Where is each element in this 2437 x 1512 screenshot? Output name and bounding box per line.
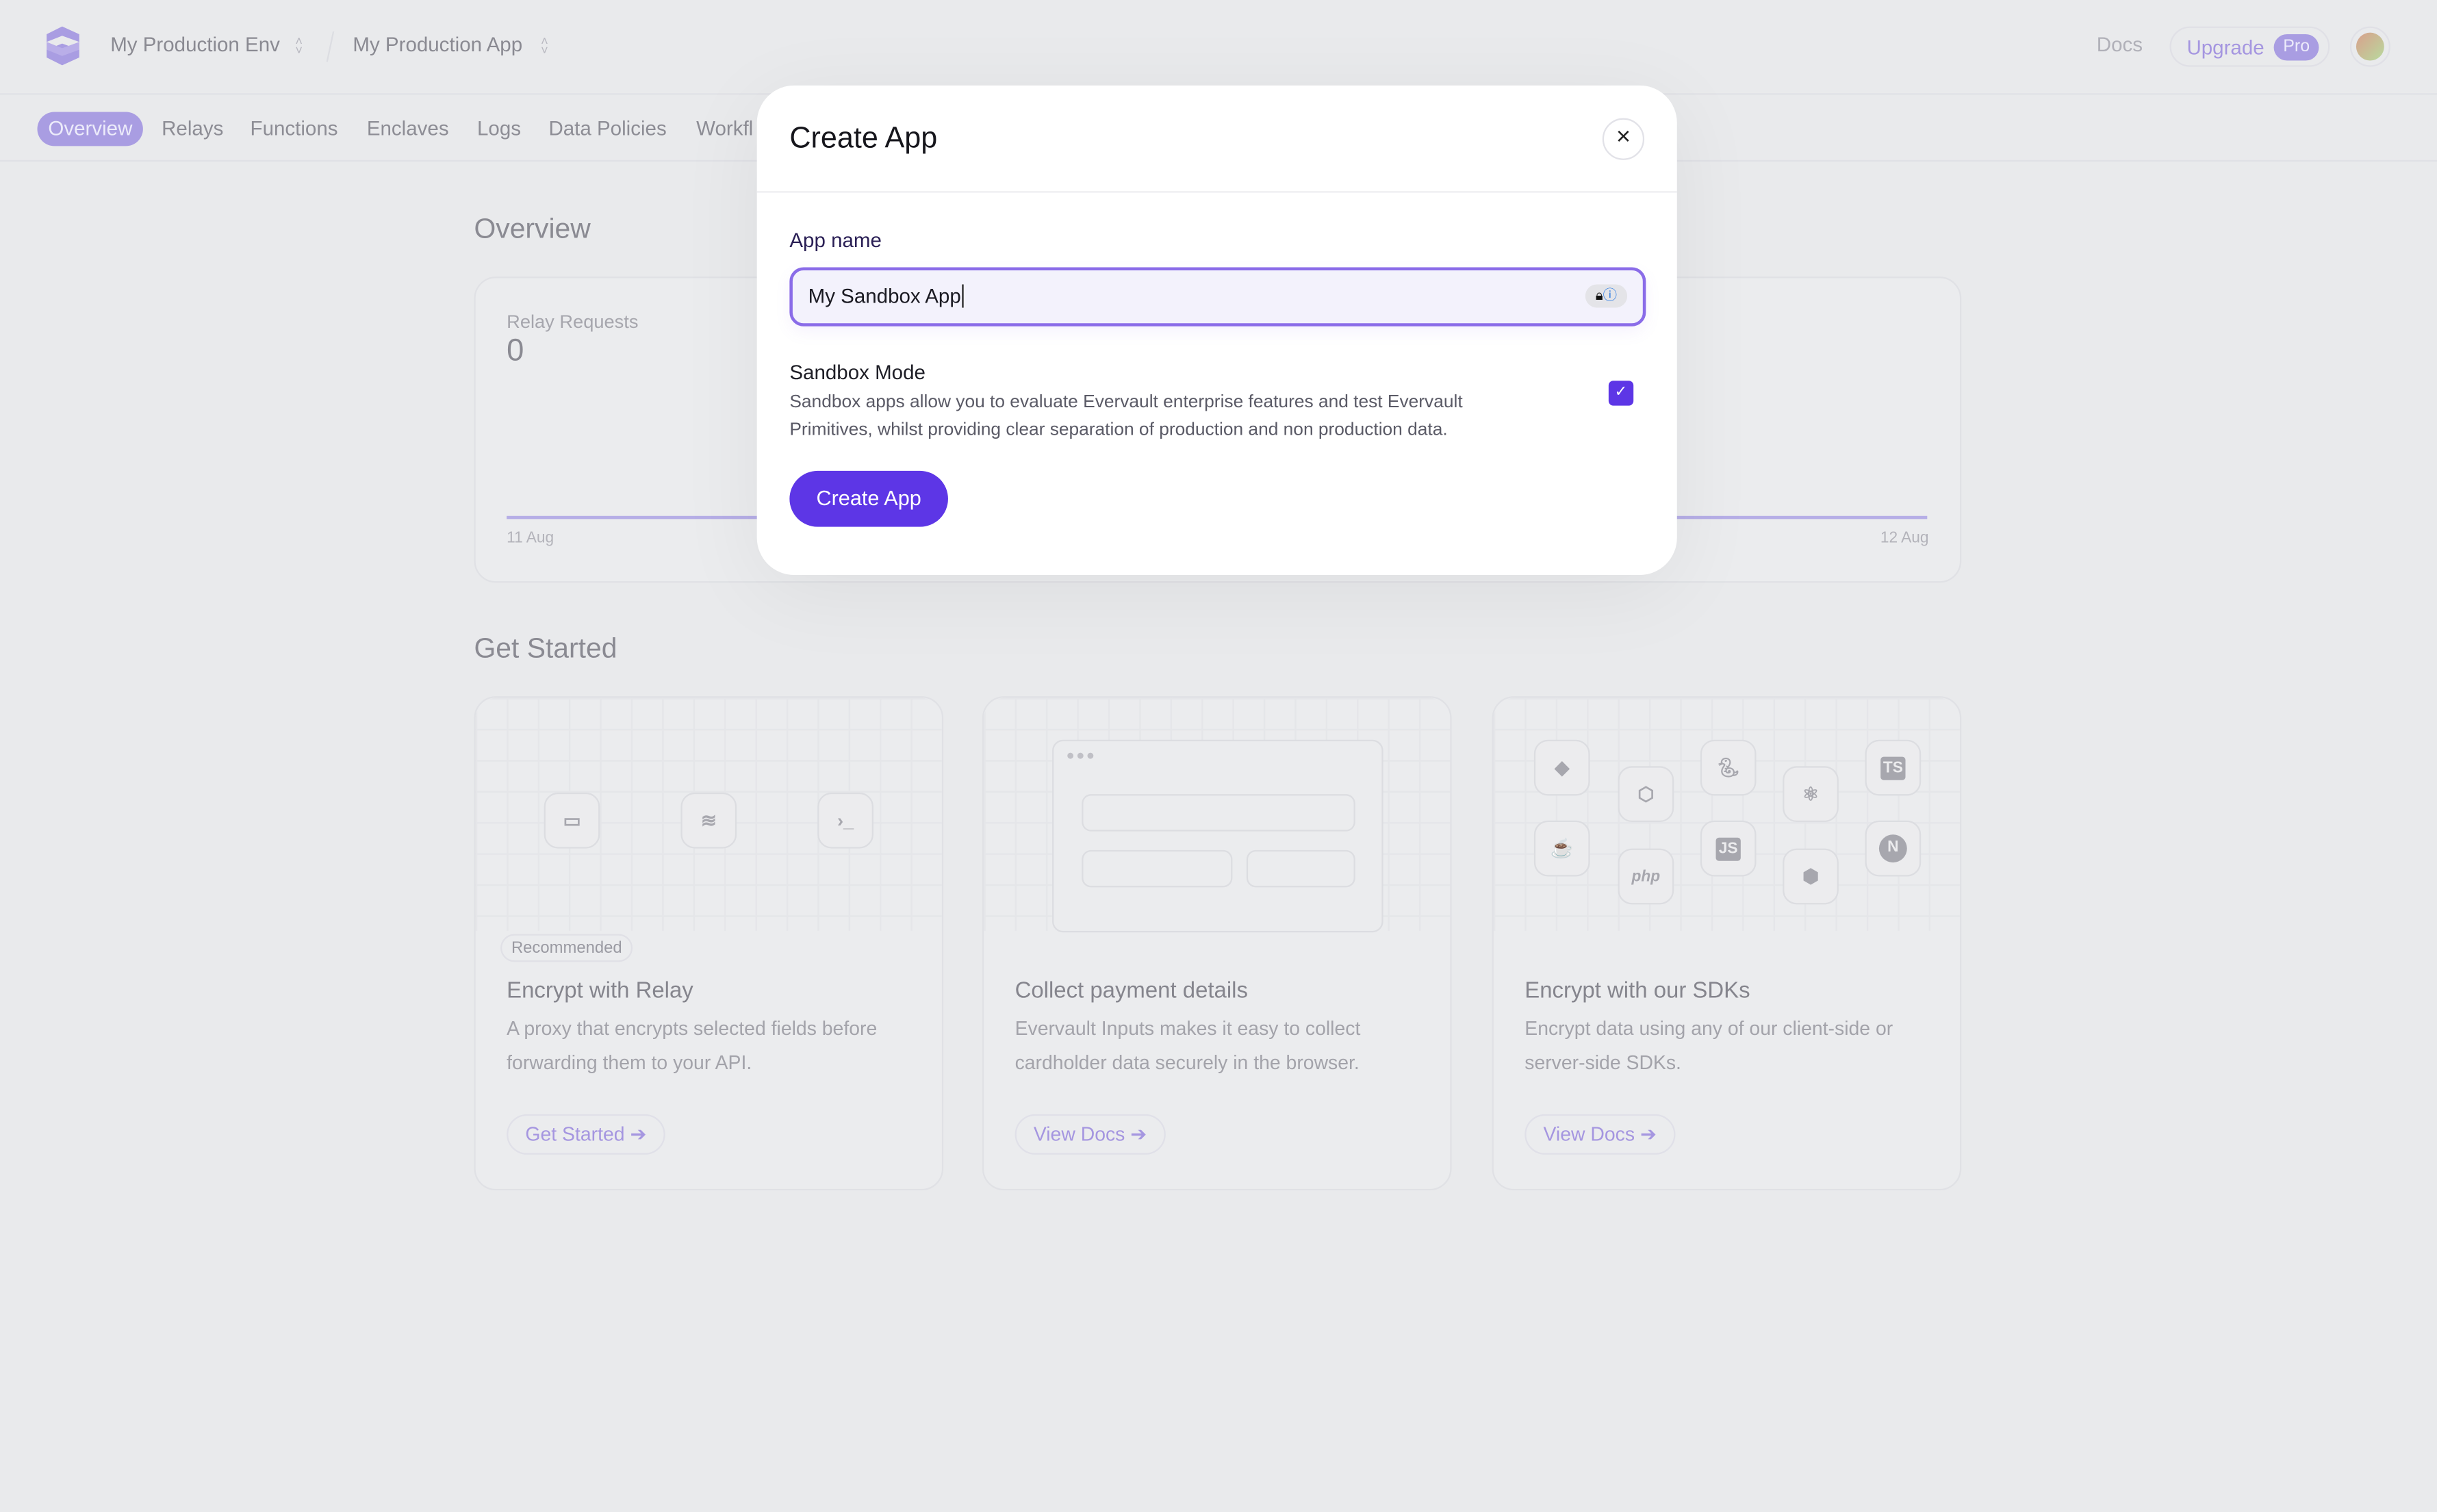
arrow-right-icon: ➔ (1130, 1123, 1147, 1146)
database-stack-icon: ≋ (680, 792, 737, 849)
tab-logs[interactable]: Logs (466, 112, 532, 146)
relay-card: ▭ ≋ ›_ Recommended Encrypt with Relay A … (474, 696, 944, 1191)
sandbox-mode-desc-1: Sandbox apps allow you to evaluate Everv… (789, 392, 1463, 412)
get-started-button[interactable]: Get Started ➔ (507, 1114, 665, 1155)
sandbox-mode-checkbox[interactable]: ✓ (1608, 381, 1634, 406)
app-name-label: App name (789, 228, 882, 252)
stat-value: 0 (507, 334, 524, 369)
terminal-icon: ›_ (817, 792, 873, 849)
page: My Production Env ˄ ˅ My Production App ˄… (0, 0, 2437, 1512)
tab-data-policies[interactable]: Data Policies (538, 112, 678, 146)
upgrade-button[interactable]: Upgrade Pro (2169, 26, 2330, 67)
recommended-badge: Recommended (500, 934, 633, 962)
view-docs-button[interactable]: View Docs ➔ (1524, 1114, 1676, 1155)
overview-title: Overview (474, 213, 591, 244)
avatar-button[interactable] (2349, 26, 2390, 67)
nodejs-icon: ⬡ (1618, 766, 1674, 823)
typescript-icon: TS (1865, 739, 1922, 796)
card-title: Collect payment details (1015, 979, 1248, 1004)
upgrade-label: Upgrade (2186, 36, 2264, 60)
tab-enclaves[interactable]: Enclaves (356, 112, 460, 146)
close-button[interactable]: × (1602, 118, 1645, 160)
avatar (2356, 32, 2384, 61)
stat-label: Relay Requests (507, 311, 639, 333)
ruby-icon: ◆ (1533, 739, 1590, 796)
check-icon: ✓ (1614, 383, 1628, 401)
tab-overview[interactable]: Overview (37, 112, 144, 146)
pro-badge: Pro (2273, 34, 2319, 61)
sdks-card: ◆ ☕ ⬡ php 🐍︎ JS ⚛ ⬢ TS N Encrypt with ou… (1492, 696, 1962, 1191)
button-label: Get Started (525, 1123, 625, 1146)
tab-functions[interactable]: Functions (240, 112, 349, 146)
arrow-right-icon: ➔ (1639, 1123, 1657, 1146)
tab-relays[interactable]: Relays (151, 112, 234, 146)
password-manager-icon[interactable]: 🔒︎ⓘ (1585, 284, 1628, 308)
tab-workflows[interactable]: Workfl (685, 112, 764, 146)
app-switcher[interactable]: My Production App (353, 33, 522, 56)
php-icon: php (1618, 848, 1674, 905)
javascript-icon: JS (1700, 820, 1757, 877)
react-icon: ⚛ (1783, 766, 1839, 823)
card-description: Encrypt data using any of our client-sid… (1524, 1018, 1893, 1074)
button-label: View Docs (1033, 1123, 1125, 1146)
chevron-up-down-icon: ˄ ˅ (541, 34, 548, 58)
chart-x-start: 11 Aug (507, 530, 554, 548)
close-icon: × (1616, 124, 1631, 151)
evervault-logo-icon (47, 26, 79, 66)
modal-title: Create App (789, 123, 938, 156)
env-switcher[interactable]: My Production Env (110, 33, 280, 56)
arrow-right-icon: ➔ (630, 1123, 647, 1146)
app-name-value: My Sandbox App (808, 284, 965, 308)
view-docs-button[interactable]: View Docs ➔ (1015, 1114, 1166, 1155)
java-icon: ☕ (1533, 820, 1590, 877)
bash-icon: ⬢ (1783, 848, 1839, 905)
card-title: Encrypt with Relay (507, 979, 693, 1004)
sandbox-mode-title: Sandbox Mode (789, 360, 926, 384)
window-dots-icon: ●●● (1066, 747, 1097, 763)
nextjs-icon: N (1865, 820, 1922, 877)
card-description: Evervault Inputs makes it easy to collec… (1015, 1018, 1361, 1074)
docs-link[interactable]: Docs (2097, 33, 2143, 56)
create-app-modal: Create App × App name My Sandbox App 🔒︎ⓘ… (756, 85, 1677, 576)
card-description: A proxy that encrypts selected fields be… (507, 1018, 878, 1074)
python-icon: 🐍︎ (1700, 739, 1757, 796)
browser-icon: ▭ (544, 792, 600, 849)
button-label: View Docs (1543, 1123, 1635, 1146)
chart-x-end: 12 Aug (1880, 530, 1929, 548)
chevron-up-down-icon: ˄ ˅ (295, 34, 303, 58)
app-name-input[interactable]: My Sandbox App 🔒︎ⓘ (789, 267, 1646, 326)
card-title: Encrypt with our SDKs (1524, 979, 1750, 1004)
form-illustration: ●●● (1052, 739, 1383, 933)
get-started-title: Get Started (474, 632, 617, 664)
sandbox-mode-desc-2: Primitives, whilst providing clear separ… (789, 420, 1448, 440)
payment-card: ●●● Collect payment details Evervault In… (982, 696, 1452, 1191)
create-app-button[interactable]: Create App (789, 470, 948, 527)
